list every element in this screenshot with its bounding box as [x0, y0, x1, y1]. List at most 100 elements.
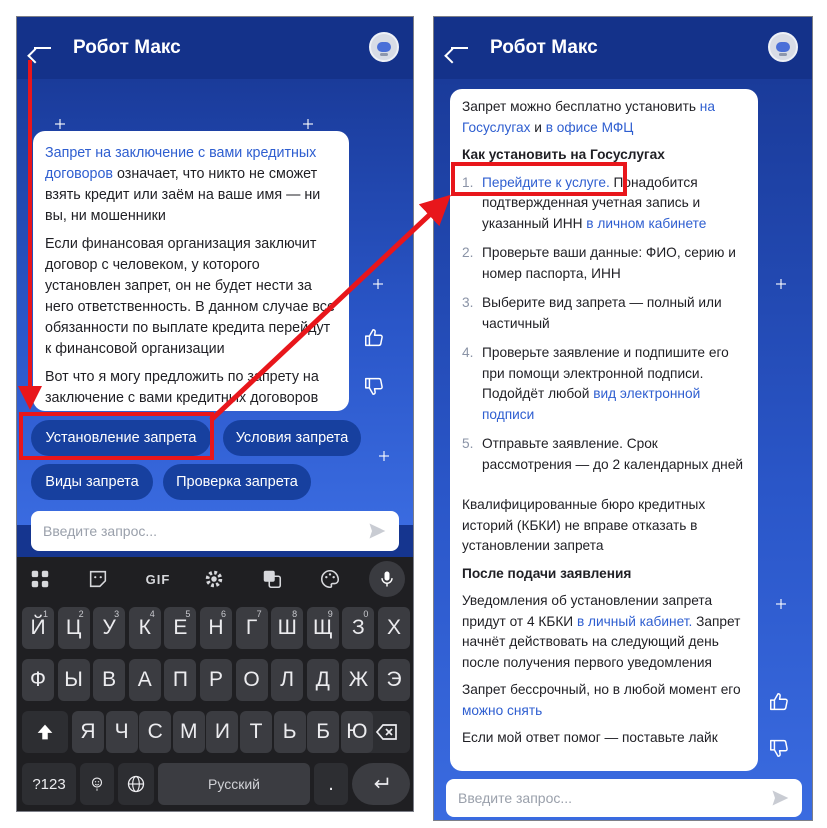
app-bar: Робот Макс — [434, 17, 812, 79]
key-label: С — [147, 720, 163, 743]
shift-key[interactable] — [22, 711, 68, 753]
space-key[interactable]: Русский — [158, 763, 310, 805]
chip-ban-types[interactable]: Виды запрета — [31, 464, 153, 500]
highlight-set-ban-chip — [19, 412, 214, 460]
key-label: Ш — [277, 616, 297, 639]
key-р[interactable]: Р — [200, 659, 232, 701]
key-н[interactable]: Н6 — [200, 607, 232, 649]
key-е[interactable]: Е5 — [164, 607, 197, 649]
key-ч[interactable]: Ч — [105, 711, 138, 753]
emoji-key[interactable] — [80, 763, 114, 805]
intro-paragraph: Запрет можно бесплатно установить на Гос… — [462, 99, 715, 135]
key-label: Й — [30, 616, 46, 639]
sticker-icon[interactable] — [87, 567, 109, 591]
back-arrow-icon[interactable] — [31, 36, 55, 60]
key-label: Ю — [346, 720, 368, 743]
key-ж[interactable]: Ж — [342, 659, 375, 701]
robot-avatar-icon[interactable] — [768, 32, 798, 62]
key-ь[interactable]: Ь — [273, 711, 306, 753]
key-hint: 2 — [78, 609, 84, 619]
backspace-icon — [375, 724, 397, 740]
step-link[interactable]: в личном кабинете — [586, 216, 706, 231]
key-label: Ф — [30, 668, 46, 691]
voice-input-button[interactable] — [369, 561, 405, 597]
key-э[interactable]: Э — [378, 659, 410, 701]
key-с[interactable]: С — [139, 711, 172, 753]
thumbs-up-icon[interactable] — [768, 691, 790, 713]
key-ф[interactable]: Ф — [22, 659, 54, 701]
key-label: К — [138, 616, 151, 639]
like-paragraph: Если мой ответ помог — поставьте лайк — [462, 730, 718, 745]
input-placeholder: Введите запрос... — [458, 790, 573, 806]
key-х[interactable]: Х — [378, 607, 410, 649]
key-ш[interactable]: Ш8 — [271, 607, 304, 649]
theme-palette-icon[interactable] — [319, 567, 341, 591]
translate-icon[interactable] — [261, 567, 283, 591]
remove-ban-link[interactable]: можно снять — [462, 703, 542, 718]
key-label: Я — [80, 720, 96, 743]
thumbs-down-icon[interactable] — [363, 375, 385, 397]
back-arrow-icon[interactable] — [448, 36, 472, 60]
key-hint: 3 — [114, 609, 120, 619]
key-ю[interactable]: Ю — [340, 711, 373, 753]
period-key[interactable]: . — [314, 763, 348, 805]
enter-key[interactable] — [352, 763, 410, 805]
key-о[interactable]: О — [235, 659, 268, 701]
message-input[interactable]: Введите запрос... — [446, 779, 802, 817]
key-label: А — [137, 668, 152, 691]
key-label: Ц — [65, 616, 82, 639]
app-bar: Робот Макс — [17, 17, 413, 79]
key-label: Н — [208, 616, 224, 639]
key-м[interactable]: М — [172, 711, 205, 753]
language-key[interactable] — [118, 763, 154, 805]
key-label: П — [172, 668, 188, 691]
step-text: Проверьте ваши данные: ФИО, серию и номе… — [482, 243, 746, 284]
message-paragraph: Если финансовая организация заключит дог… — [45, 236, 335, 357]
key-а[interactable]: А — [128, 659, 161, 701]
apps-grid-icon[interactable] — [29, 567, 51, 591]
key-label: Э — [386, 668, 402, 691]
chat-title: Робот Макс — [73, 37, 181, 58]
thumbs-up-icon[interactable] — [363, 327, 385, 349]
message-input[interactable]: Введите запрос... — [31, 511, 399, 551]
key-ц[interactable]: Ц2 — [57, 607, 90, 649]
key-д[interactable]: Д — [306, 659, 339, 701]
mfc-link[interactable]: в офисе МФЦ — [546, 120, 634, 135]
key-щ[interactable]: Щ9 — [306, 607, 339, 649]
robot-avatar-icon[interactable] — [369, 32, 399, 62]
key-label: Ч — [114, 720, 129, 743]
settings-gear-icon[interactable] — [203, 567, 225, 591]
key-hint: 0 — [363, 609, 369, 619]
step-number: 2. — [462, 245, 474, 260]
key-у[interactable]: У3 — [93, 607, 126, 649]
star-decoration — [303, 119, 313, 129]
key-ы[interactable]: Ы — [57, 659, 90, 701]
chip-check-ban[interactable]: Проверка запрета — [163, 464, 311, 500]
key-hint: 5 — [185, 609, 191, 619]
key-л[interactable]: Л — [271, 659, 304, 701]
numbers-key[interactable]: ?123 — [22, 763, 76, 805]
send-icon[interactable] — [770, 788, 790, 808]
send-icon[interactable] — [367, 521, 387, 541]
key-й[interactable]: Й1 — [22, 607, 54, 649]
gif-button[interactable]: GIF — [143, 567, 173, 591]
thumbs-down-icon[interactable] — [768, 737, 790, 759]
highlight-go-to-service — [451, 162, 627, 196]
key-в[interactable]: В — [93, 659, 126, 701]
key-б[interactable]: Б — [307, 711, 340, 753]
key-к[interactable]: К4 — [128, 607, 161, 649]
key-label: В — [102, 668, 117, 691]
key-label: О — [243, 668, 260, 691]
star-decoration — [55, 119, 65, 129]
key-и[interactable]: И — [206, 711, 239, 753]
key-т[interactable]: Т — [240, 711, 272, 753]
personal-cabinet-link[interactable]: в личный кабинет. — [577, 614, 692, 629]
key-я[interactable]: Я — [72, 711, 104, 753]
key-п[interactable]: П — [164, 659, 197, 701]
key-г[interactable]: Г7 — [235, 607, 268, 649]
chip-ban-conditions[interactable]: Условия запрета — [223, 420, 361, 456]
key-з[interactable]: З0 — [342, 607, 375, 649]
key-hint: 1 — [42, 609, 48, 619]
step-body: Отправьте заявление. Срок рассмотрения —… — [482, 436, 743, 472]
key-label: У — [102, 616, 116, 639]
